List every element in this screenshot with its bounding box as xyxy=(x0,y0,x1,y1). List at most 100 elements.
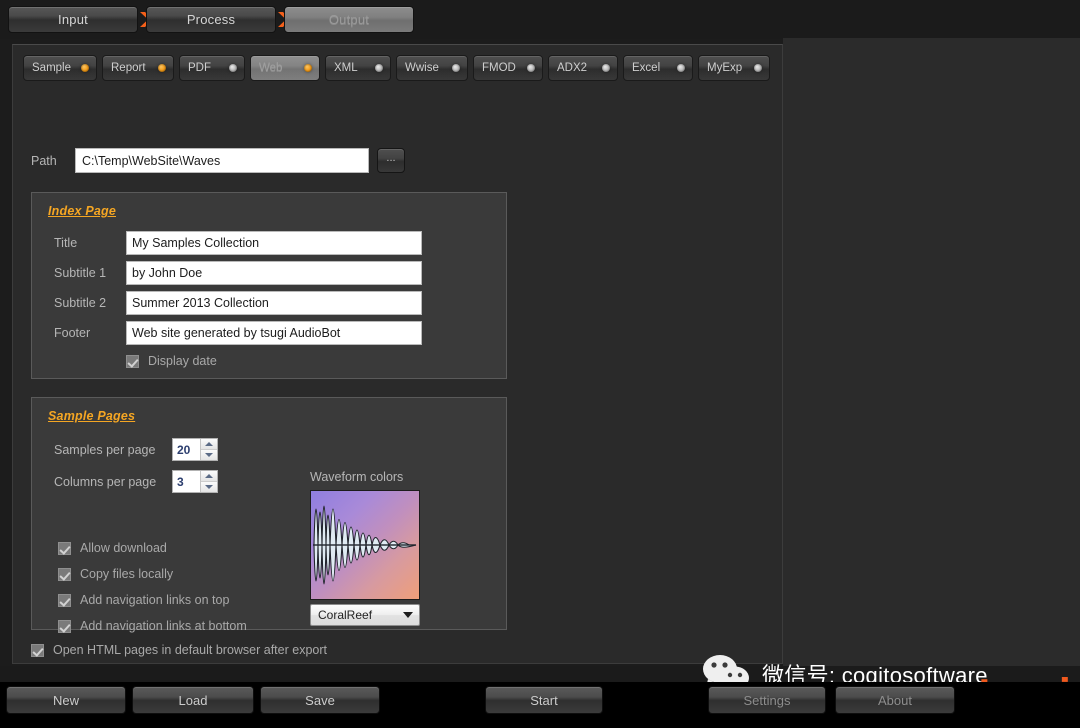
checkbox-icon-nav-links-bottom xyxy=(58,619,71,633)
export-tab-sample[interactable]: Sample xyxy=(23,55,97,81)
checkbox-icon-display-date xyxy=(126,354,139,368)
waveform-color-preset-value: CoralReef xyxy=(318,608,373,622)
export-tab-label: Wwise xyxy=(405,62,439,74)
sample-pages-group: Sample Pages Samples per page 20 Columns… xyxy=(31,397,507,633)
export-tab-status-led-icon xyxy=(452,64,460,72)
start-button[interactable]: Start xyxy=(485,686,603,714)
display-date-checkbox[interactable]: Display date xyxy=(126,354,217,368)
samples-per-page-label: Samples per page xyxy=(54,442,156,457)
subtitle2-field[interactable] xyxy=(126,291,422,315)
index-page-group-title: Index Page xyxy=(48,204,116,218)
load-button[interactable]: Load xyxy=(132,686,254,714)
wizard-step-input[interactable]: Input xyxy=(8,6,138,33)
export-tab-status-led-icon xyxy=(677,64,685,72)
export-format-tab-row: Sample Report PDF Web XML Wwise FMOD ADX2 Excel M… xyxy=(23,55,770,81)
export-tab-wwise[interactable]: Wwise xyxy=(396,55,468,81)
panel-bottom-filler xyxy=(0,666,1080,682)
export-tab-excel[interactable]: Excel xyxy=(623,55,693,81)
nav-links-top-label: Add navigation links on top xyxy=(80,593,230,607)
field-row-title: Title xyxy=(54,231,422,255)
load-button-label: Load xyxy=(178,692,208,708)
nav-links-top-checkbox[interactable]: Add navigation links on top xyxy=(58,593,229,607)
export-tab-status-led-icon xyxy=(158,64,166,72)
allow-download-checkbox[interactable]: Allow download xyxy=(58,541,167,555)
footer-field[interactable] xyxy=(126,321,422,345)
export-tab-label: Excel xyxy=(632,62,661,74)
waveform-preview xyxy=(310,490,420,600)
field-row-footer: Footer xyxy=(54,321,422,345)
title-field-label: Title xyxy=(54,236,78,250)
app-window: Input Process Output Sample Report PDF Web X… xyxy=(0,0,1080,728)
start-button-label: Start xyxy=(530,692,558,708)
samples-per-page-stepper-buttons xyxy=(200,439,217,460)
browse-path-button[interactable]: ... xyxy=(377,148,405,173)
samples-per-page-value: 20 xyxy=(173,439,200,460)
open-html-label: Open HTML pages in default browser after… xyxy=(53,643,327,657)
path-row: Path ... xyxy=(31,148,405,173)
open-html-checkbox[interactable]: Open HTML pages in default browser after… xyxy=(31,643,327,657)
samples-per-page-increment[interactable] xyxy=(201,439,217,449)
new-button[interactable]: New xyxy=(6,686,126,714)
subtitle1-field-label: Subtitle 1 xyxy=(54,266,107,280)
export-tab-status-led-icon xyxy=(375,64,383,72)
settings-button-label: Settings xyxy=(743,692,791,708)
sample-pages-group-title: Sample Pages xyxy=(48,409,136,423)
waveform-color-preset-select[interactable]: CoralReef xyxy=(310,604,420,626)
wizard-step-process[interactable]: Process xyxy=(146,6,276,33)
output-settings-panel: Sample Report PDF Web XML Wwise FMOD ADX2 Excel M… xyxy=(12,44,783,664)
path-input[interactable] xyxy=(75,148,369,173)
columns-per-page-stepper-buttons xyxy=(200,471,217,492)
columns-per-page-increment[interactable] xyxy=(201,471,217,481)
checkbox-icon-open-html xyxy=(31,643,44,657)
export-tab-label: PDF xyxy=(188,62,211,74)
columns-per-page-label: Columns per page xyxy=(54,474,157,489)
index-page-group: Index Page Title Subtitle 1 Subtitle 2 F… xyxy=(31,192,507,379)
footer-field-label: Footer xyxy=(54,326,91,340)
wizard-step-output[interactable]: Output xyxy=(284,6,414,33)
waveform-colors-label: Waveform colors xyxy=(310,470,404,484)
about-button-label: About xyxy=(878,692,912,708)
export-tab-status-led-icon xyxy=(304,64,312,72)
settings-button[interactable]: Settings xyxy=(708,686,826,714)
path-label: Path xyxy=(31,153,57,168)
export-tab-myexp[interactable]: MyExp xyxy=(698,55,770,81)
copy-files-locally-checkbox[interactable]: Copy files locally xyxy=(58,567,173,581)
export-tab-label: FMOD xyxy=(482,62,516,74)
new-button-label: New xyxy=(52,692,79,708)
chevron-down-icon xyxy=(403,612,413,618)
export-tab-pdf[interactable]: PDF xyxy=(179,55,245,81)
copy-files-locally-label: Copy files locally xyxy=(80,567,174,581)
display-date-label: Display date xyxy=(148,354,217,368)
export-tab-adx2[interactable]: ADX2 xyxy=(548,55,618,81)
export-tab-xml[interactable]: XML xyxy=(325,55,391,81)
columns-per-page-row: Columns per page 3 xyxy=(54,470,218,493)
export-tab-label: ADX2 xyxy=(557,62,588,74)
about-button[interactable]: About xyxy=(835,686,955,714)
export-tab-web[interactable]: Web xyxy=(250,55,320,81)
columns-per-page-value: 3 xyxy=(173,471,200,492)
export-tab-status-led-icon xyxy=(81,64,89,72)
nav-links-bottom-checkbox[interactable]: Add navigation links at bottom xyxy=(58,619,247,633)
subtitle1-field[interactable] xyxy=(126,261,422,285)
wizard-step-process-label: Process xyxy=(186,12,236,27)
nav-links-bottom-label: Add navigation links at bottom xyxy=(80,619,247,633)
browse-path-button-label: ... xyxy=(386,152,396,164)
samples-per-page-decrement[interactable] xyxy=(201,449,217,460)
export-tab-label: Web xyxy=(259,62,283,74)
field-row-subtitle2: Subtitle 2 xyxy=(54,291,422,315)
field-row-subtitle1: Subtitle 1 xyxy=(54,261,422,285)
export-tab-fmod[interactable]: FMOD xyxy=(473,55,543,81)
columns-per-page-stepper[interactable]: 3 xyxy=(172,470,218,493)
export-tab-report[interactable]: Report xyxy=(102,55,174,81)
save-button[interactable]: Save xyxy=(260,686,380,714)
export-tab-status-led-icon xyxy=(229,64,237,72)
save-button-label: Save xyxy=(305,692,335,708)
columns-per-page-decrement[interactable] xyxy=(201,481,217,492)
wizard-step-input-label: Input xyxy=(58,12,88,27)
wizard-step-output-label: Output xyxy=(328,12,370,27)
samples-per-page-stepper[interactable]: 20 xyxy=(172,438,218,461)
allow-download-label: Allow download xyxy=(80,541,167,555)
title-field[interactable] xyxy=(126,231,422,255)
export-tab-label: Report xyxy=(111,62,146,74)
export-tab-status-led-icon xyxy=(602,64,610,72)
